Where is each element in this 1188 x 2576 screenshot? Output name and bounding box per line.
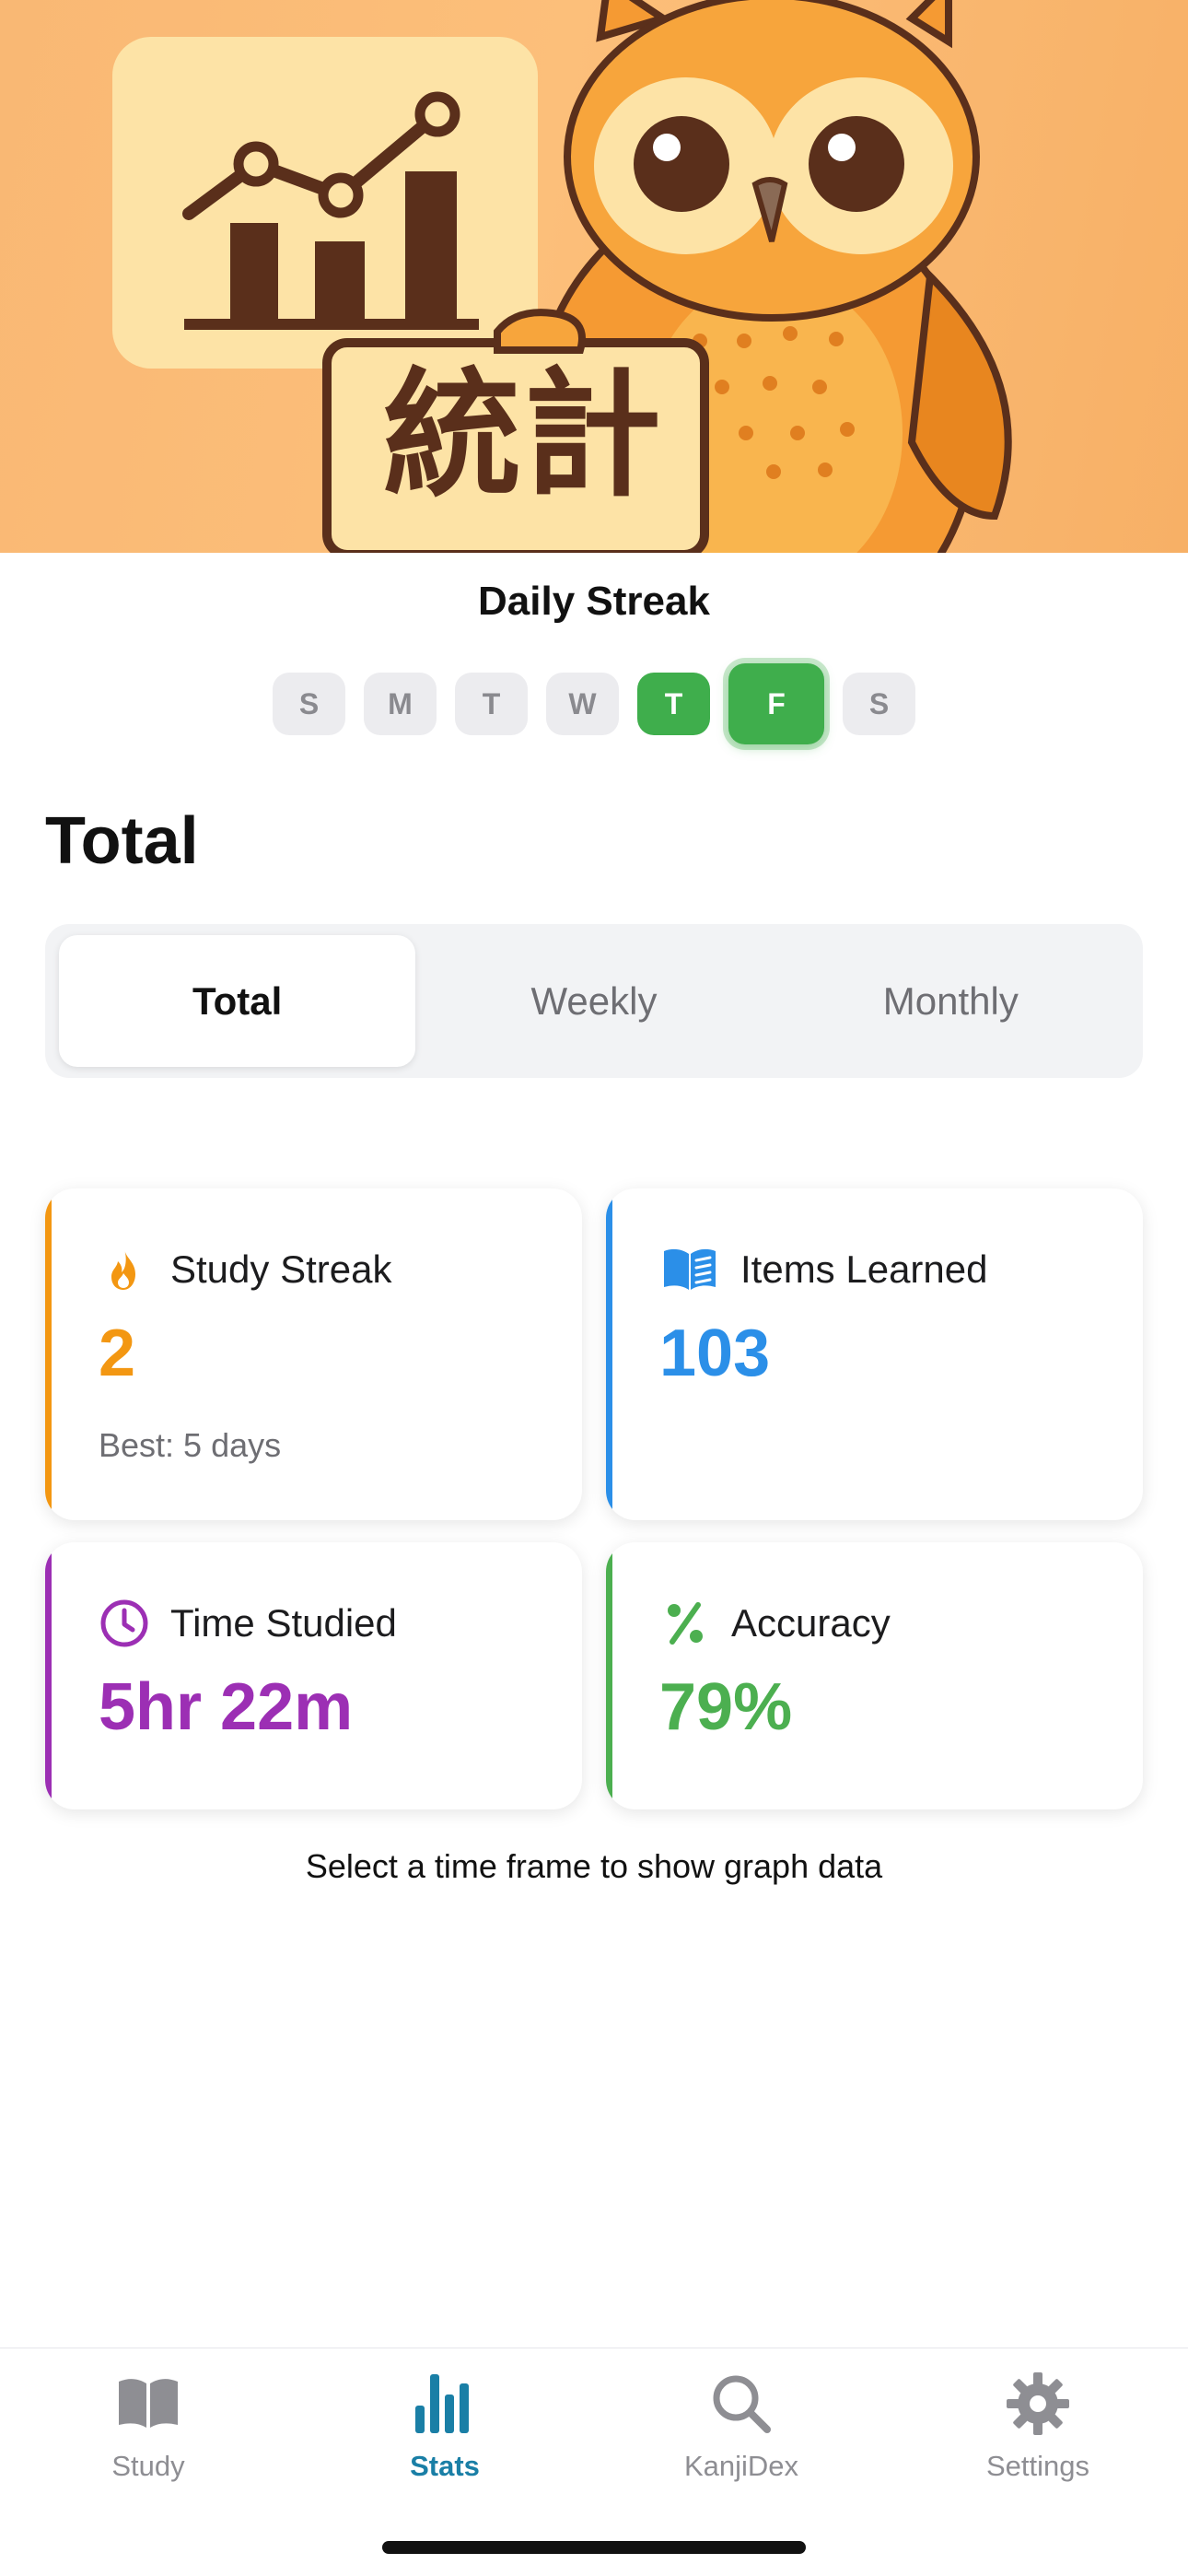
flame-icon xyxy=(111,1249,135,1290)
day-pill-fri: F xyxy=(728,663,824,744)
accuracy-label: Accuracy xyxy=(731,1601,891,1645)
segment-total[interactable]: Total xyxy=(59,935,416,1067)
accuracy-value: 79% xyxy=(659,1670,793,1744)
items-learned-label: Items Learned xyxy=(740,1247,988,1291)
sign-text: 統計 xyxy=(382,356,663,516)
book-icon xyxy=(664,1248,716,1290)
tab-settings-label: Settings xyxy=(985,2450,1089,2482)
tab-settings[interactable]: Settings xyxy=(890,2369,1186,2483)
time-studied-label: Time Studied xyxy=(170,1601,397,1645)
tab-stats-label: Stats xyxy=(410,2450,480,2482)
home-indicator xyxy=(382,2541,806,2554)
day-pill-sun: S xyxy=(273,673,345,735)
day-pill-wed: W xyxy=(546,673,619,735)
items-learned-value: 103 xyxy=(659,1317,771,1390)
time-studied-value: 5hr 22m xyxy=(99,1670,354,1744)
hero-banner: 統計 xyxy=(0,0,1188,553)
tab-stats[interactable]: Stats xyxy=(297,2369,593,2483)
best-streak-text: Best: 5 days xyxy=(99,1426,282,1464)
study-streak-label: Study Streak xyxy=(170,1247,392,1291)
gear-icon xyxy=(1007,2372,1069,2435)
bar-chart-icon xyxy=(415,2374,469,2433)
page-title: Total xyxy=(45,804,199,878)
items-learned-card: Items Learned 103 xyxy=(606,1188,1143,1520)
search-icon xyxy=(713,2375,771,2433)
study-streak-card: Study Streak 2 Best: 5 days xyxy=(45,1188,582,1520)
time-frame-segmented-control: Total Weekly Monthly xyxy=(45,924,1143,1078)
percent-icon xyxy=(668,1602,703,1645)
daily-streak-title: Daily Streak xyxy=(478,579,710,624)
tab-kanjidex-label: KanjiDex xyxy=(683,2450,799,2482)
accuracy-card: Accuracy 79% xyxy=(606,1542,1143,1809)
day-pill-tue: T xyxy=(455,673,528,735)
day-pill-thu: T xyxy=(637,673,710,735)
graph-hint-text: Select a time frame to show graph data xyxy=(305,1847,883,1885)
streak-day-row: S M T W T F S xyxy=(0,663,1188,744)
tab-study-label: Study xyxy=(111,2450,185,2482)
clock-icon xyxy=(100,1599,148,1647)
tab-kanjidex[interactable]: KanjiDex xyxy=(593,2369,890,2483)
segment-weekly[interactable]: Weekly xyxy=(415,935,772,1067)
day-pill-mon: M xyxy=(364,673,437,735)
tab-study[interactable]: Study xyxy=(0,2369,297,2483)
time-studied-card: Time Studied 5hr 22m xyxy=(45,1542,582,1809)
study-streak-value: 2 xyxy=(99,1317,136,1390)
book-icon xyxy=(119,2379,178,2428)
segment-monthly[interactable]: Monthly xyxy=(773,935,1129,1067)
day-pill-sat: S xyxy=(843,673,915,735)
